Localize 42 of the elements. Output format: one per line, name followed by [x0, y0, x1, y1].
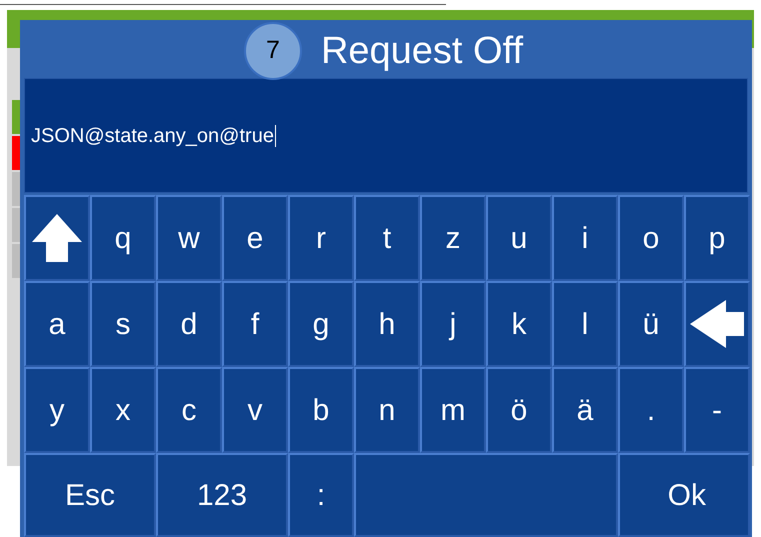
key[interactable]: o — [618, 195, 684, 281]
dialog-title: Request Off — [320, 32, 524, 70]
key[interactable]: m — [420, 367, 486, 453]
key[interactable]: u — [486, 195, 552, 281]
key[interactable]: b — [288, 367, 354, 453]
key[interactable]: v — [222, 367, 288, 453]
key[interactable]: l — [552, 281, 618, 367]
key[interactable]: g — [288, 281, 354, 367]
key[interactable]: h — [354, 281, 420, 367]
key[interactable]: d — [156, 281, 222, 367]
key[interactable]: : — [288, 453, 354, 537]
key[interactable]: y — [24, 367, 90, 453]
key[interactable]: e — [222, 195, 288, 281]
key[interactable]: Esc — [24, 453, 156, 537]
key[interactable]: c — [156, 367, 222, 453]
key[interactable]: w — [156, 195, 222, 281]
key[interactable]: q — [90, 195, 156, 281]
key[interactable]: p — [684, 195, 750, 281]
key[interactable]: Ok — [618, 453, 750, 537]
input-field[interactable]: JSON@state.any_on@true — [24, 78, 748, 193]
key[interactable]: ö — [486, 367, 552, 453]
shift-arrow-icon — [32, 214, 82, 262]
key[interactable]: x — [90, 367, 156, 453]
key[interactable]: k — [486, 281, 552, 367]
key[interactable]: s — [90, 281, 156, 367]
key[interactable]: t — [354, 195, 420, 281]
key[interactable]: r — [288, 195, 354, 281]
key[interactable]: 123 — [156, 453, 288, 537]
key[interactable]: . — [618, 367, 684, 453]
backspace-arrow-icon — [690, 300, 744, 348]
step-badge: 7 — [244, 22, 302, 80]
key[interactable]: j — [420, 281, 486, 367]
key[interactable]: n — [354, 367, 420, 453]
key[interactable]: ä — [552, 367, 618, 453]
key[interactable]: ü — [618, 281, 684, 367]
key[interactable]: - — [684, 367, 750, 453]
key[interactable]: z — [420, 195, 486, 281]
key[interactable]: f — [222, 281, 288, 367]
key[interactable]: a — [24, 281, 90, 367]
backspace-key[interactable] — [684, 281, 750, 367]
shift-key[interactable] — [24, 195, 90, 281]
key[interactable]: i — [552, 195, 618, 281]
